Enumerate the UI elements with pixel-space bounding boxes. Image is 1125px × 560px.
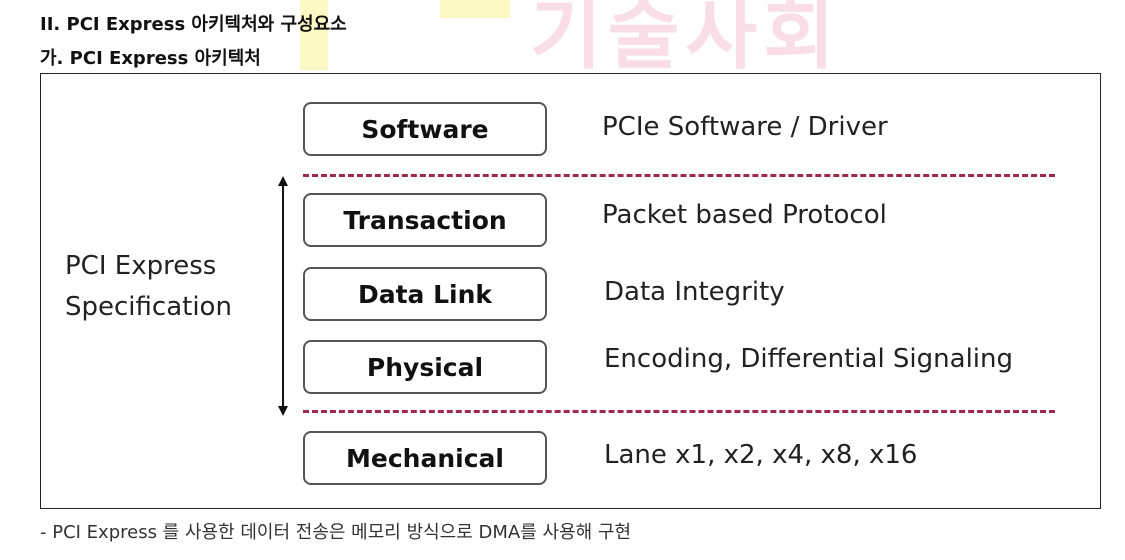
arrow-head-up: [278, 176, 288, 186]
spec-label: PCI Express Specification: [65, 246, 232, 328]
layer-box-transaction: Transaction: [303, 193, 547, 247]
document-page: 기술사회 II. PCI Express 아키텍처와 구성요소 가. PCI E…: [0, 0, 1125, 560]
spec-label-line: Specification: [65, 292, 232, 322]
dashed-divider-top: [303, 174, 1055, 177]
layer-box-physical: Physical: [303, 340, 547, 394]
layer-box-mechanical: Mechanical: [303, 431, 547, 485]
section-heading: II. PCI Express 아키텍처와 구성요소: [40, 14, 347, 35]
layer-desc-transaction: Packet based Protocol: [602, 200, 887, 230]
layer-desc-mechanical: Lane x1, x2, x4, x8, x16: [604, 440, 918, 470]
dashed-divider-bottom: [303, 410, 1055, 413]
layer-desc-data-link: Data Integrity: [604, 277, 785, 307]
spec-range-arrow: [278, 176, 288, 416]
watermark-decoration: [440, 0, 510, 18]
spec-label-line: PCI Express: [65, 251, 217, 281]
footer-note: - PCI Express 를 사용한 데이터 전송은 메모리 방식으로 DMA…: [40, 522, 632, 543]
subsection-heading: 가. PCI Express 아키텍처: [40, 48, 261, 69]
arrow-head-down: [278, 406, 288, 416]
watermark: 기술사회: [530, 0, 842, 80]
layer-box-software: Software: [303, 102, 547, 156]
architecture-diagram: PCI Express Specification Software PCIe …: [40, 73, 1101, 509]
layer-box-data-link: Data Link: [303, 267, 547, 321]
layer-desc-software: PCIe Software / Driver: [602, 112, 888, 142]
layer-desc-physical: Encoding, Differential Signaling: [604, 344, 1014, 374]
